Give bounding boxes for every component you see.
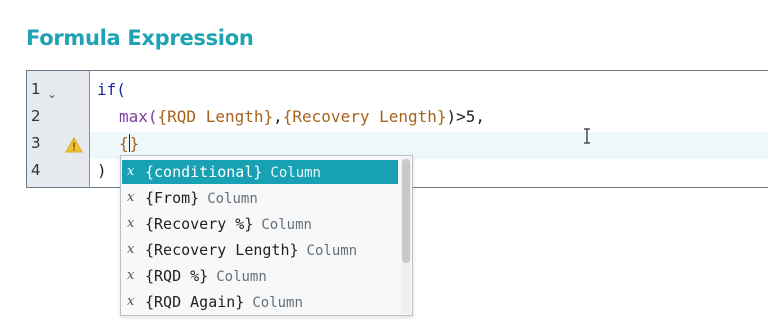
autocomplete-item[interactable]: x {Recovery Length} Column bbox=[122, 238, 398, 262]
keyword-if: if( bbox=[97, 80, 126, 99]
line-number: 4 bbox=[31, 161, 41, 179]
autocomplete-item-label: {conditional} bbox=[145, 163, 263, 181]
field-type-icon: x bbox=[127, 190, 135, 205]
brace-close: } bbox=[129, 134, 140, 153]
autocomplete-item[interactable]: x {From} Column bbox=[122, 186, 398, 210]
field-reference: {RQD Length} bbox=[157, 107, 274, 126]
autocomplete-dropdown[interactable]: x {conditional} Column x {From} Column x {… bbox=[120, 155, 413, 316]
autocomplete-item-label: {RQD %} bbox=[145, 267, 209, 285]
scrollbar[interactable] bbox=[401, 157, 411, 314]
closing-paren: ) bbox=[97, 161, 107, 180]
brace-open: { bbox=[119, 134, 129, 153]
code-line-4: ) bbox=[97, 161, 107, 180]
warning-triangle-icon[interactable] bbox=[65, 137, 83, 153]
field-type-icon: x bbox=[127, 294, 135, 309]
field-type-icon: x bbox=[127, 164, 135, 179]
field-type-icon: x bbox=[127, 216, 135, 231]
autocomplete-item-kind: Column bbox=[252, 295, 303, 311]
text-cursor-icon bbox=[584, 128, 590, 144]
autocomplete-item-label: {From} bbox=[145, 189, 200, 207]
field-type-icon: x bbox=[127, 268, 135, 283]
autocomplete-item[interactable]: x {Recovery %} Column bbox=[122, 212, 398, 236]
line-number: 3 bbox=[31, 134, 41, 152]
field-type-icon: x bbox=[127, 242, 135, 257]
field-reference: {Recovery Length} bbox=[282, 107, 447, 126]
autocomplete-item-label: {RQD Again} bbox=[145, 293, 245, 311]
autocomplete-item-kind: Column bbox=[306, 243, 358, 259]
autocomplete-item-kind: Column bbox=[261, 217, 312, 233]
code-line-1: if( bbox=[97, 80, 126, 99]
autocomplete-item-label: {Recovery %} bbox=[145, 215, 254, 233]
comparison-tail: )>5, bbox=[446, 107, 486, 126]
autocomplete-item-kind: Column bbox=[207, 191, 258, 207]
page-title: Formula Expression bbox=[26, 26, 254, 50]
autocomplete-item[interactable]: x {RQD %} Column bbox=[122, 264, 398, 288]
autocomplete-item-label: {Recovery Length} bbox=[145, 241, 299, 259]
code-line-2: max({RQD Length},{Recovery Length})>5, bbox=[119, 107, 485, 126]
chevron-down-icon[interactable]: ⌄ bbox=[47, 87, 57, 101]
autocomplete-item-kind: Column bbox=[216, 269, 267, 285]
line-number: 2 bbox=[31, 107, 41, 125]
code-line-3: {} bbox=[119, 134, 139, 153]
autocomplete-item[interactable]: x {RQD Again} Column bbox=[122, 290, 398, 314]
function-max: max( bbox=[119, 107, 158, 126]
autocomplete-item[interactable]: x {conditional} Column bbox=[122, 160, 398, 184]
comma: , bbox=[273, 107, 283, 126]
autocomplete-item-kind: Column bbox=[270, 165, 321, 181]
scrollbar-thumb[interactable] bbox=[402, 159, 410, 263]
